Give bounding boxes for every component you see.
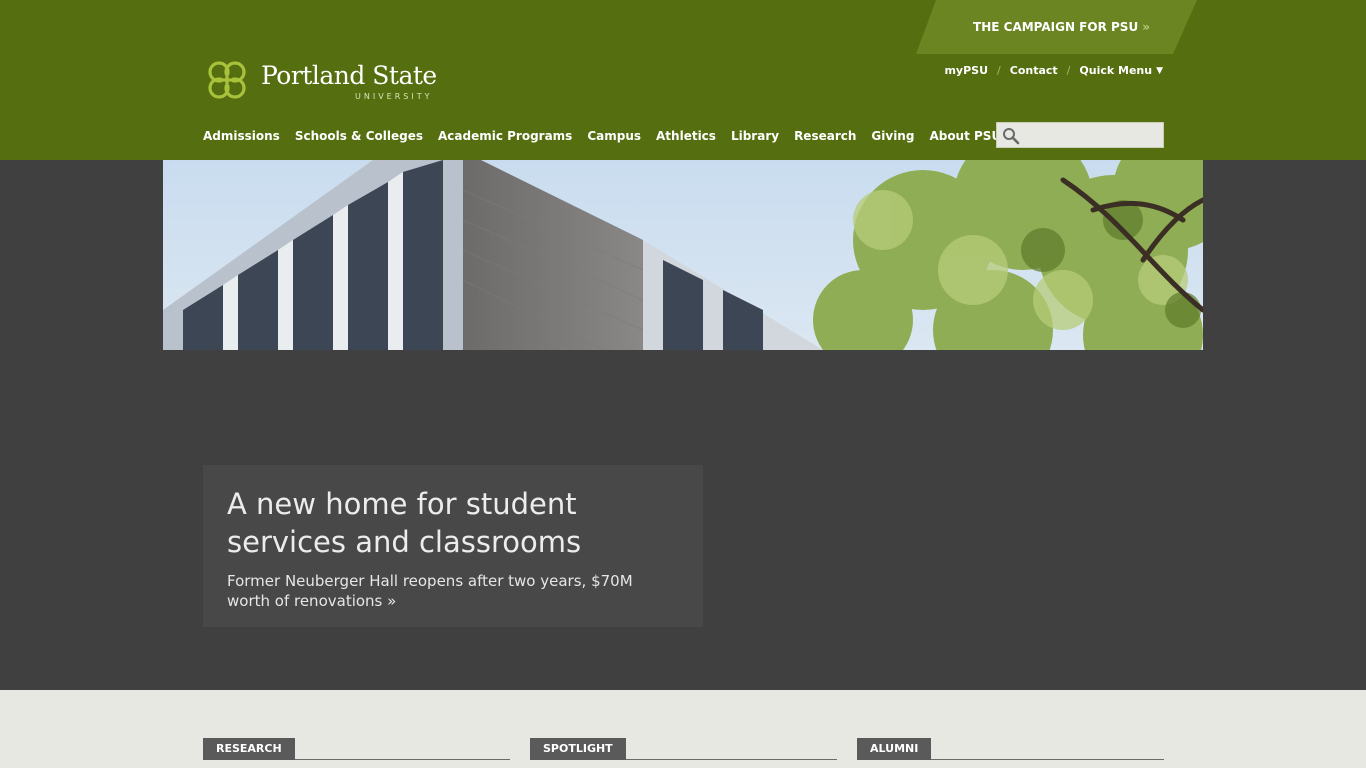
alumni-tab[interactable]: ALUMNI	[857, 738, 932, 760]
hero-section: A new home for student services and clas…	[0, 160, 1366, 690]
nav-item-about-psu[interactable]: About PSU	[929, 129, 1001, 143]
nav-item-campus[interactable]: Campus	[587, 129, 641, 143]
research-tab[interactable]: RESEARCH	[203, 738, 295, 760]
feature-subtitle-link[interactable]: Former Neuberger Hall reopens after two …	[227, 571, 679, 611]
main-nav: Admissions Schools & Colleges Academic P…	[203, 129, 1016, 143]
quick-menu-toggle[interactable]: Quick Menu	[1079, 64, 1152, 77]
campaign-arrow: »	[1142, 20, 1150, 34]
nav-item-admissions[interactable]: Admissions	[203, 129, 280, 143]
psu-logo-mark-icon	[208, 61, 246, 99]
utility-separator: /	[997, 64, 1001, 77]
site-header: THE CAMPAIGN FOR PSU » Portland State UN…	[0, 0, 1366, 160]
chevron-down-icon[interactable]: ▼	[1156, 66, 1163, 76]
nav-item-giving[interactable]: Giving	[871, 129, 914, 143]
nav-item-library[interactable]: Library	[731, 129, 779, 143]
campaign-link[interactable]: THE CAMPAIGN FOR PSU »	[916, 0, 1197, 54]
hero-photo-building-trees	[163, 160, 1203, 350]
utility-nav: myPSU / Contact / Quick Menu ▼	[944, 64, 1163, 77]
spotlight-tab[interactable]: SPOTLIGHT	[530, 738, 626, 760]
nav-item-academic-programs[interactable]: Academic Programs	[438, 129, 572, 143]
spotlight-section-header: SPOTLIGHT	[530, 738, 837, 760]
contact-link[interactable]: Contact	[1010, 64, 1058, 77]
logo-subtitle: UNIVERSITY	[355, 92, 433, 101]
research-section-header: RESEARCH	[203, 738, 510, 760]
logo-wordmark: Portland State	[261, 61, 437, 90]
nav-item-athletics[interactable]: Athletics	[656, 129, 716, 143]
psu-logo[interactable]: Portland State UNIVERSITY	[203, 56, 443, 106]
content-sections: RESEARCH SPOTLIGHT ALUMNI	[0, 690, 1366, 768]
search-input[interactable]	[1023, 125, 1159, 145]
search-icon[interactable]	[1002, 127, 1020, 145]
nav-item-schools-colleges[interactable]: Schools & Colleges	[295, 129, 423, 143]
alumni-section-header: ALUMNI	[857, 738, 1164, 760]
mypsu-link[interactable]: myPSU	[944, 64, 988, 77]
utility-separator: /	[1066, 64, 1071, 77]
feature-title[interactable]: A new home for student services and clas…	[227, 485, 679, 561]
hero-image[interactable]	[163, 160, 1203, 350]
nav-item-research[interactable]: Research	[794, 129, 856, 143]
campaign-label: THE CAMPAIGN FOR PSU	[973, 20, 1139, 34]
feature-story[interactable]: A new home for student services and clas…	[203, 465, 703, 627]
search-box	[996, 122, 1164, 148]
